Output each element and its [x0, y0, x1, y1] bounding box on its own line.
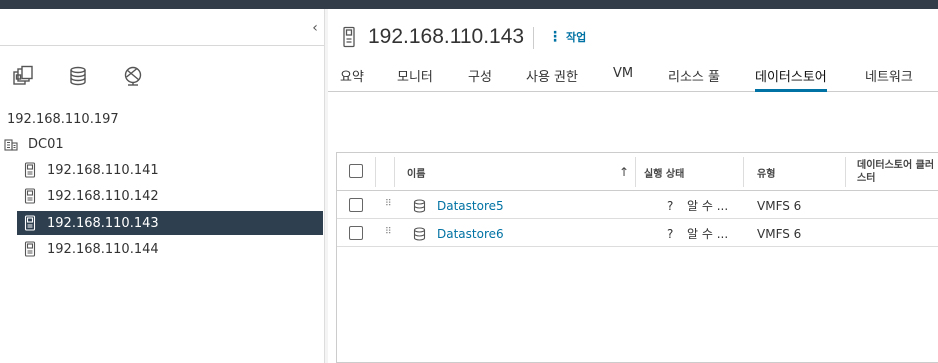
sort-ascending-icon[interactable]: ↑ [619, 153, 629, 191]
row-checkbox[interactable] [349, 226, 363, 240]
table-row[interactable]: ⠿ Datastore5 ? 알 수 ... VMFS 6 [337, 192, 938, 219]
tab-vms[interactable]: VM [613, 66, 633, 92]
tree-item-host-144[interactable]: 192.168.110.144 [22, 237, 159, 261]
tree-item-label: 192.168.110.141 [47, 162, 159, 178]
top-header-bar [0, 0, 938, 9]
datastores-grid: 이름 ↑ 실행 상태 유형 데이터스토어 클러스터 ⠿ Datastore5 ?… [336, 152, 938, 363]
more-vertical-icon: ⋮ [548, 29, 562, 45]
inventory-nav-icons [8, 63, 173, 89]
datastore-icon [413, 192, 426, 219]
host-icon [22, 215, 38, 231]
datastore-icon [413, 220, 426, 247]
tab-bar: 요약 모니터 구성 사용 권한 VM 리소스 풀 데이터스토어 네트워크 [328, 64, 938, 92]
status-text: 알 수 ... [687, 227, 729, 241]
column-separator [743, 157, 744, 187]
status-unknown-icon: ? [667, 226, 674, 241]
column-header-status[interactable]: 실행 상태 [644, 153, 684, 191]
datastore-name-link[interactable]: Datastore5 [437, 192, 504, 219]
host-icon [22, 241, 38, 257]
collapse-navigator-button[interactable]: ‹ [308, 20, 322, 36]
drag-handle-icon[interactable]: ⠿ [385, 199, 392, 209]
navigator-divider [0, 45, 324, 46]
column-separator [845, 157, 846, 187]
tree-item-label: DC01 [28, 136, 64, 152]
tree-item-host-142[interactable]: 192.168.110.142 [22, 184, 159, 208]
tree-item-host-141[interactable]: 192.168.110.141 [22, 158, 159, 182]
column-separator [394, 157, 395, 187]
type-text: VMFS 6 [757, 226, 802, 241]
tab-monitor[interactable]: 모니터 [397, 66, 433, 92]
host-icon [343, 26, 355, 48]
status-unknown-icon: ? [667, 198, 674, 213]
tab-configure[interactable]: 구성 [468, 66, 492, 92]
tree-item-vcenter[interactable]: 192.168.110.197 [7, 107, 119, 131]
datacenter-icon [3, 136, 19, 152]
column-header-type[interactable]: 유형 [757, 153, 775, 191]
host-icon [22, 188, 38, 204]
tree-item-host-143-selected[interactable]: 192.168.110.143 [17, 211, 323, 235]
storage-icon[interactable] [63, 63, 93, 89]
table-row[interactable]: ⠿ Datastore6 ? 알 수 ... VMFS 6 [337, 220, 938, 247]
tree-item-label: 192.168.110.143 [47, 215, 159, 231]
page-title: 192.168.110.143 [342, 25, 524, 49]
network-icon[interactable] [118, 63, 148, 89]
navigator-panel: ‹ 192.168.110.197 DC01 192.168.110.141 1… [0, 9, 324, 363]
tree-item-label: 192.168.110.144 [47, 241, 159, 257]
main-content: 192.168.110.143 ⋮ 작업 요약 모니터 구성 사용 권한 VM … [328, 9, 938, 363]
tree-item-label: 192.168.110.142 [47, 188, 159, 204]
grid-header: 이름 ↑ 실행 상태 유형 데이터스토어 클러스터 [337, 153, 938, 191]
actions-menu-button[interactable]: ⋮ 작업 [548, 29, 586, 45]
tree-item-label: 192.168.110.197 [7, 111, 119, 127]
tree-item-datacenter[interactable]: DC01 [3, 132, 64, 156]
hosts-clusters-icon[interactable] [8, 63, 38, 89]
select-all-checkbox[interactable] [349, 164, 363, 178]
status-text: 알 수 ... [687, 199, 729, 213]
datastore-name-link[interactable]: Datastore6 [437, 220, 504, 247]
page-title-text: 192.168.110.143 [368, 25, 525, 48]
column-header-name[interactable]: 이름 [407, 153, 425, 191]
row-checkbox[interactable] [349, 198, 363, 212]
tab-summary[interactable]: 요약 [340, 66, 364, 92]
column-header-datastore-cluster[interactable]: 데이터스토어 클러스터 [857, 153, 938, 191]
tab-permissions[interactable]: 사용 권한 [526, 66, 578, 92]
title-divider [533, 27, 534, 49]
drag-handle-icon[interactable]: ⠿ [385, 227, 392, 237]
tab-resource-pools[interactable]: 리소스 풀 [668, 66, 720, 92]
actions-label: 작업 [566, 31, 587, 44]
column-separator [375, 157, 376, 187]
column-separator [635, 157, 636, 187]
host-icon [22, 162, 38, 178]
tab-datastores[interactable]: 데이터스토어 [755, 66, 827, 92]
type-text: VMFS 6 [757, 198, 802, 213]
tab-networks[interactable]: 네트워크 [865, 66, 913, 92]
